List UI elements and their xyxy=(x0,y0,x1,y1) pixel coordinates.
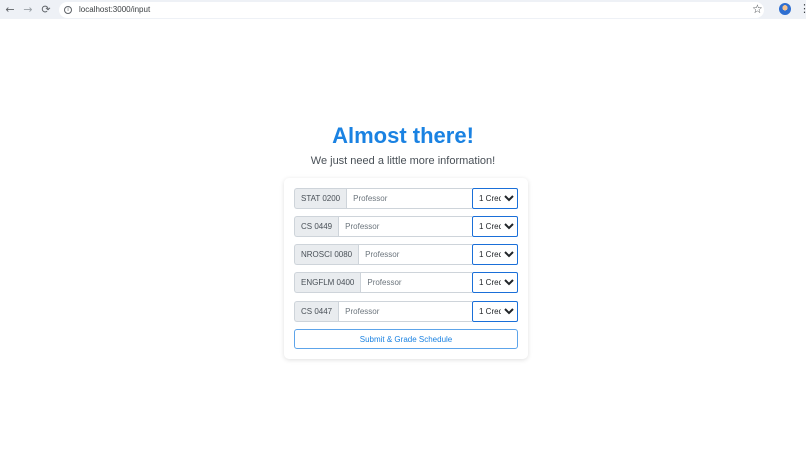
profile-avatar[interactable] xyxy=(779,3,791,15)
forward-arrow-icon[interactable]: → xyxy=(19,1,37,19)
site-info-icon[interactable]: i xyxy=(64,5,72,14)
course-code-label: CS 0447 xyxy=(294,301,339,322)
browser-toolbar: ← → ⟳ i localhost:3000/input xyxy=(0,0,806,19)
credit-select[interactable]: 1 Credit xyxy=(472,188,518,209)
bookmark-star-icon[interactable]: ☆ xyxy=(752,2,763,16)
professor-input[interactable] xyxy=(338,216,472,237)
page-title: Almost there! xyxy=(332,123,474,148)
credit-select[interactable]: 1 Credit xyxy=(472,244,518,265)
reload-icon[interactable]: ⟳ xyxy=(37,1,55,19)
course-row-cs-0449: CS 0449 1 Credit xyxy=(294,216,518,237)
professor-input[interactable] xyxy=(358,244,472,265)
course-row-engflm-0400: ENGFLM 0400 1 Credit xyxy=(294,272,518,293)
address-bar[interactable]: i localhost:3000/input xyxy=(59,1,764,18)
professor-input[interactable] xyxy=(346,188,472,209)
course-row-stat-0200: STAT 0200 1 Credit xyxy=(294,188,518,209)
credit-select[interactable]: 1 Credit xyxy=(472,301,518,322)
course-code-label: ENGFLM 0400 xyxy=(294,272,361,293)
credit-select[interactable]: 1 Credit xyxy=(472,272,518,293)
course-code-label: CS 0449 xyxy=(294,216,339,237)
course-row-nrosci-0080: NROSCI 0080 1 Credit xyxy=(294,244,518,265)
course-row-cs-0447: CS 0447 1 Credit xyxy=(294,301,518,322)
course-code-label: NROSCI 0080 xyxy=(294,244,359,265)
page-subtitle: We just need a little more information! xyxy=(310,155,496,167)
professor-input[interactable] xyxy=(360,272,472,293)
course-code-label: STAT 0200 xyxy=(294,188,347,209)
url-text[interactable]: localhost:3000/input xyxy=(79,5,150,14)
back-arrow-icon[interactable]: ← xyxy=(1,1,19,19)
professor-input[interactable] xyxy=(338,301,472,322)
browser-menu-icon[interactable]: ⋮ xyxy=(799,2,806,15)
credit-select[interactable]: 1 Credit xyxy=(472,216,518,237)
submit-grade-schedule-button[interactable]: Submit & Grade Schedule xyxy=(294,329,518,349)
